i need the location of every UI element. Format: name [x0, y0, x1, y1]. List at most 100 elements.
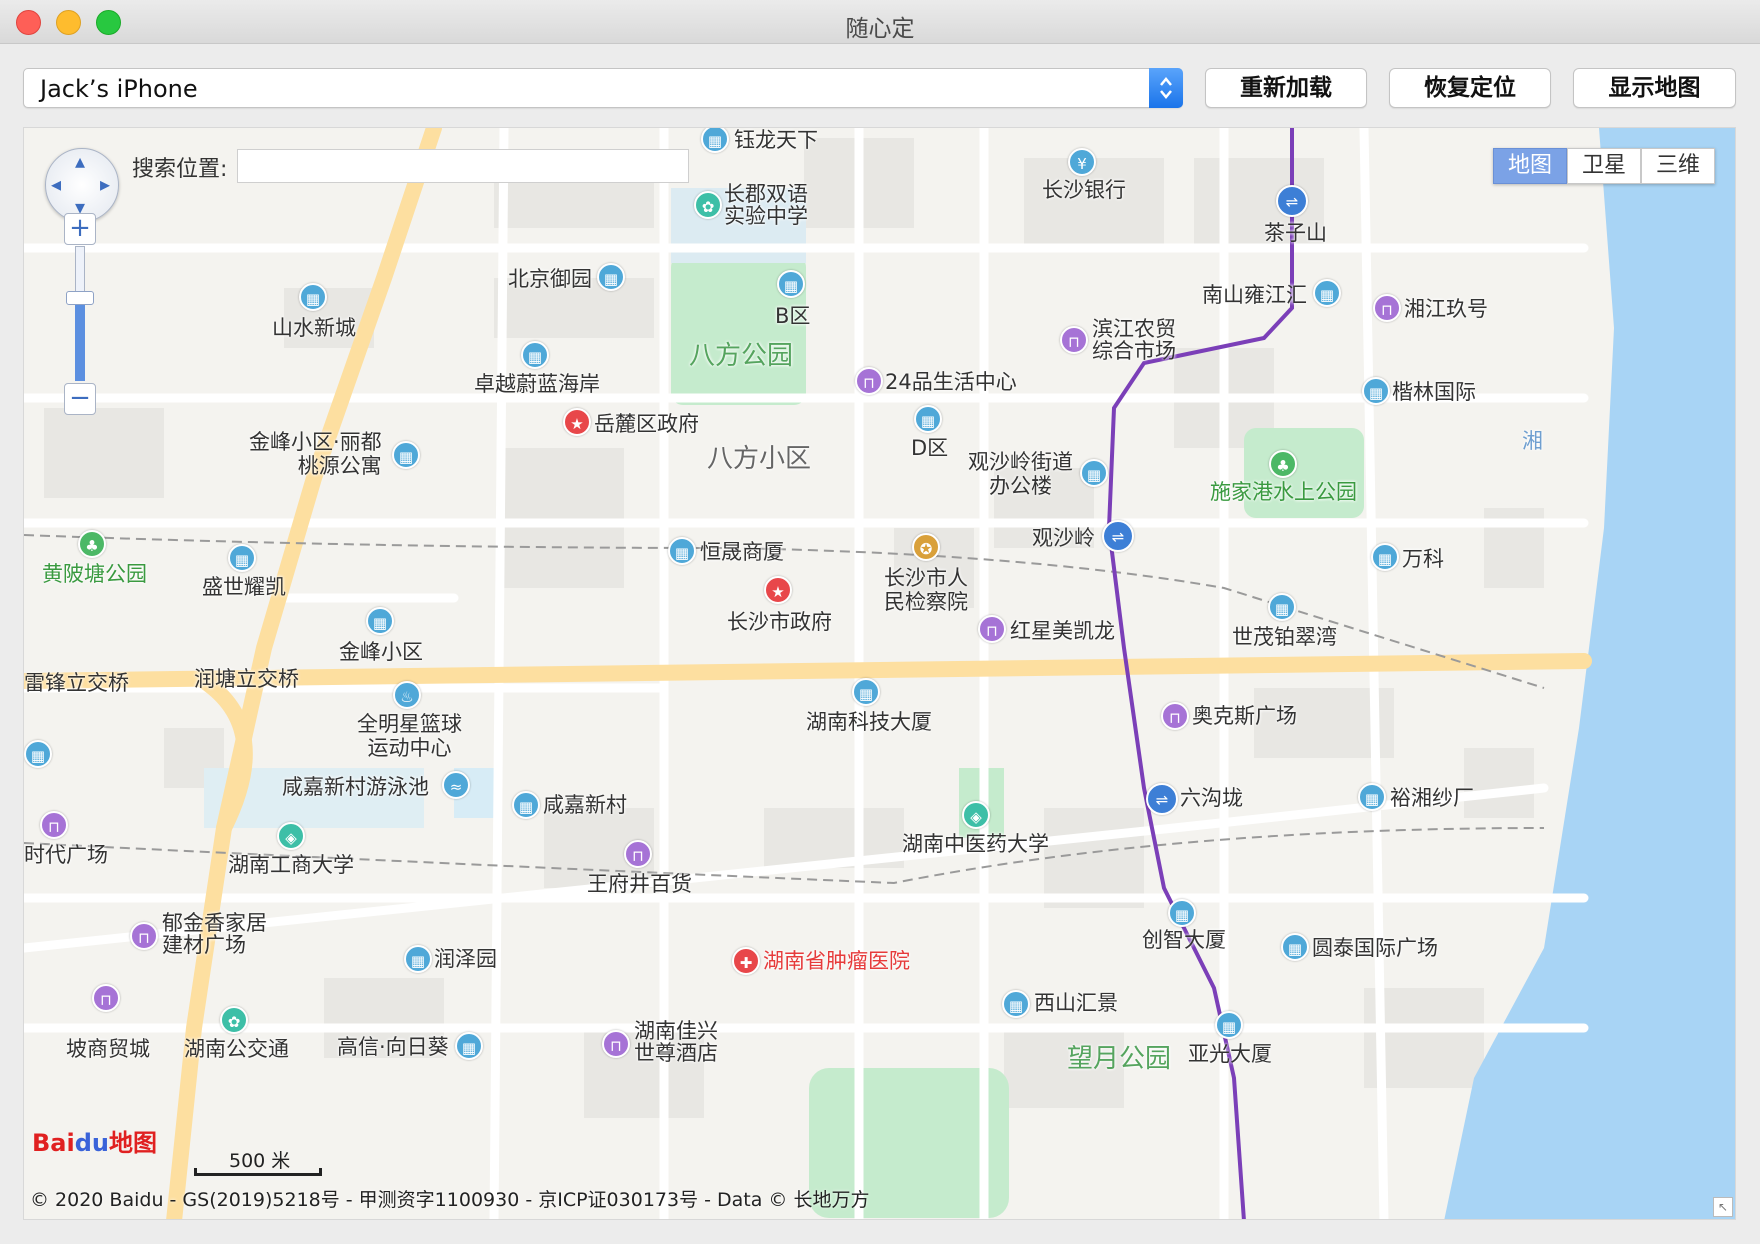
building-icon[interactable]: ▦ [521, 341, 549, 369]
shopping-icon[interactable]: ⊓ [1373, 294, 1401, 322]
building-icon[interactable]: ▦ [852, 678, 880, 706]
poi-label[interactable]: 咸嘉新村 [543, 792, 627, 818]
pan-control[interactable]: ▴ ▾ ◂ ▸ [45, 148, 119, 222]
poi-label[interactable]: 观沙岭街道 办公楼 [968, 450, 1073, 498]
university-icon[interactable]: ◈ [277, 822, 305, 850]
poi-label[interactable]: 长沙银行 [1042, 177, 1126, 203]
poi-label[interactable]: 山水新城 [272, 315, 356, 341]
poi-label[interactable]: 雷锋立交桥 [24, 670, 129, 696]
building-icon[interactable]: ▦ [512, 791, 540, 819]
show-map-button[interactable]: 显示地图 [1573, 68, 1736, 108]
poi-label[interactable]: 红星美凯龙 [1010, 618, 1115, 644]
metro-station-icon[interactable]: ⇌ [1146, 783, 1178, 815]
park-label[interactable]: 八方公园 [689, 343, 793, 369]
poi-label[interactable]: 高信·向日葵 [337, 1034, 449, 1060]
metro-station-label[interactable]: 观沙岭 [1032, 525, 1095, 551]
metro-station-label[interactable]: 六沟垅 [1180, 785, 1243, 811]
government-icon[interactable]: ★ [764, 576, 792, 604]
search-location-input[interactable] [237, 149, 689, 183]
poi-label[interactable]: 郁金香家居 建材广场 [162, 912, 267, 956]
poi-label[interactable]: 咸嘉新村游泳池 [282, 774, 429, 800]
poi-label[interactable]: 亚光大厦 [1188, 1041, 1272, 1067]
poi-label[interactable]: 裕湘纱厂 [1390, 785, 1474, 811]
poi-label[interactable]: D区 [911, 435, 948, 461]
poi-label[interactable]: 长郡双语 实验中学 [724, 183, 808, 227]
sports-icon[interactable]: ♨ [393, 681, 421, 709]
shopping-icon[interactable]: ⊓ [40, 811, 68, 839]
poi-label[interactable]: 万科 [1402, 546, 1444, 572]
poi-label[interactable]: 湖南中医药大学 [902, 831, 1049, 857]
poi-label[interactable]: 湖南省肿瘤医院 [763, 948, 910, 974]
poi-label[interactable]: 坡商贸城 [66, 1036, 150, 1062]
building-icon[interactable]: ▦ [366, 607, 394, 635]
baidu-map-logo[interactable]: Baidu地图 [32, 1123, 157, 1158]
poi-label[interactable]: 北京御园 [508, 266, 592, 292]
poi-label[interactable]: 润塘立交桥 [194, 666, 299, 692]
map-view[interactable]: ▴ ▾ ◂ ▸ + − 搜索位置: 地图 卫星 三维 ▦ 钰龙天下 ✿ 长郡双语… [23, 127, 1736, 1220]
poi-label[interactable]: 钰龙天下 [734, 128, 818, 153]
poi-label[interactable]: 卓越蔚蓝海岸 [474, 371, 600, 397]
poi-label[interactable]: 时代广场 [24, 842, 108, 868]
map-type-map-tab[interactable]: 地图 [1493, 148, 1567, 184]
poi-label[interactable]: 奥克斯广场 [1192, 703, 1297, 729]
pan-left-icon[interactable]: ◂ [51, 172, 61, 196]
poi-label[interactable]: B区 [775, 303, 810, 329]
metro-station-icon[interactable]: ⇌ [1102, 520, 1134, 552]
poi-label[interactable]: 湖南科技大厦 [806, 709, 932, 735]
building-icon[interactable]: ▦ [1362, 377, 1390, 405]
pan-right-icon[interactable]: ▸ [100, 172, 110, 196]
hospital-icon[interactable]: ✚ [732, 947, 760, 975]
hotel-icon[interactable]: ⊓ [602, 1030, 630, 1058]
poi-label[interactable]: 湘江玖号 [1404, 296, 1488, 322]
park-tree-icon[interactable]: ♣ [1269, 450, 1297, 478]
poi-label[interactable]: 24品生活中心 [885, 369, 1017, 395]
poi-label[interactable]: 长沙市政府 [727, 609, 832, 635]
school-icon[interactable]: ✿ [694, 191, 722, 219]
building-icon[interactable]: ▦ [392, 441, 420, 469]
park-label[interactable]: 望月公园 [1067, 1046, 1171, 1072]
poi-label[interactable]: 金峰小区·丽都 桃源公寓 [249, 430, 382, 478]
poi-label[interactable]: 长沙市人 民检察院 [884, 566, 968, 614]
building-icon[interactable]: ▦ [1268, 593, 1296, 621]
poi-label[interactable]: 王府井百货 [587, 871, 692, 897]
bus-icon[interactable]: ✿ [220, 1006, 248, 1034]
building-icon[interactable]: ▦ [1215, 1011, 1243, 1039]
bank-icon[interactable]: ¥ [1068, 148, 1096, 176]
building-icon[interactable]: ▦ [1281, 933, 1309, 961]
poi-label[interactable]: 全明星篮球 运动中心 [357, 712, 462, 760]
building-icon[interactable]: ▦ [597, 263, 625, 291]
park-label[interactable]: 施家港水上公园 [1210, 479, 1357, 505]
building-icon[interactable]: ▦ [1358, 783, 1386, 811]
poi-label[interactable]: 西山汇景 [1034, 990, 1118, 1016]
building-icon[interactable]: ▦ [777, 270, 805, 298]
shopping-icon[interactable]: ⊓ [1161, 702, 1189, 730]
poi-label[interactable]: 金峰小区 [339, 639, 423, 665]
poi-label[interactable]: 润泽园 [434, 946, 497, 972]
government-icon[interactable]: ★ [563, 408, 591, 436]
zoom-out-button[interactable]: − [64, 383, 96, 415]
building-icon[interactable]: ▦ [228, 544, 256, 572]
poi-label[interactable]: 南山雍江汇 [1202, 282, 1307, 308]
shopping-icon[interactable]: ⊓ [92, 984, 120, 1012]
poi-label[interactable]: 创智大厦 [1142, 927, 1226, 953]
map-type-satellite-tab[interactable]: 卫星 [1567, 148, 1641, 184]
poi-label[interactable]: 恒晟商厦 [700, 539, 784, 565]
poi-label[interactable]: 楷林国际 [1392, 379, 1476, 405]
metro-station-icon[interactable]: ⇌ [1276, 185, 1308, 217]
building-icon[interactable]: ▦ [1168, 899, 1196, 927]
swimming-icon[interactable]: ≈ [442, 771, 470, 799]
chevron-updown-icon[interactable] [1149, 68, 1183, 108]
building-icon[interactable]: ▦ [1313, 279, 1341, 307]
poi-label[interactable]: 湖南佳兴 世尊酒店 [634, 1020, 718, 1064]
zoom-in-button[interactable]: + [64, 213, 96, 245]
poi-label[interactable]: 岳麓区政府 [594, 411, 699, 437]
shopping-icon[interactable]: ⊓ [855, 367, 883, 395]
shopping-icon[interactable]: ⊓ [1060, 326, 1088, 354]
poi-label[interactable]: 世茂铂翠湾 [1232, 624, 1337, 650]
zoom-slider-handle[interactable] [66, 291, 94, 305]
building-icon[interactable]: ▦ [1080, 459, 1108, 487]
shopping-icon[interactable]: ⊓ [130, 922, 158, 950]
building-icon[interactable]: ▦ [914, 405, 942, 433]
expand-corner-icon[interactable]: ↖ [1713, 1197, 1733, 1217]
park-tree-icon[interactable]: ♣ [78, 530, 106, 558]
